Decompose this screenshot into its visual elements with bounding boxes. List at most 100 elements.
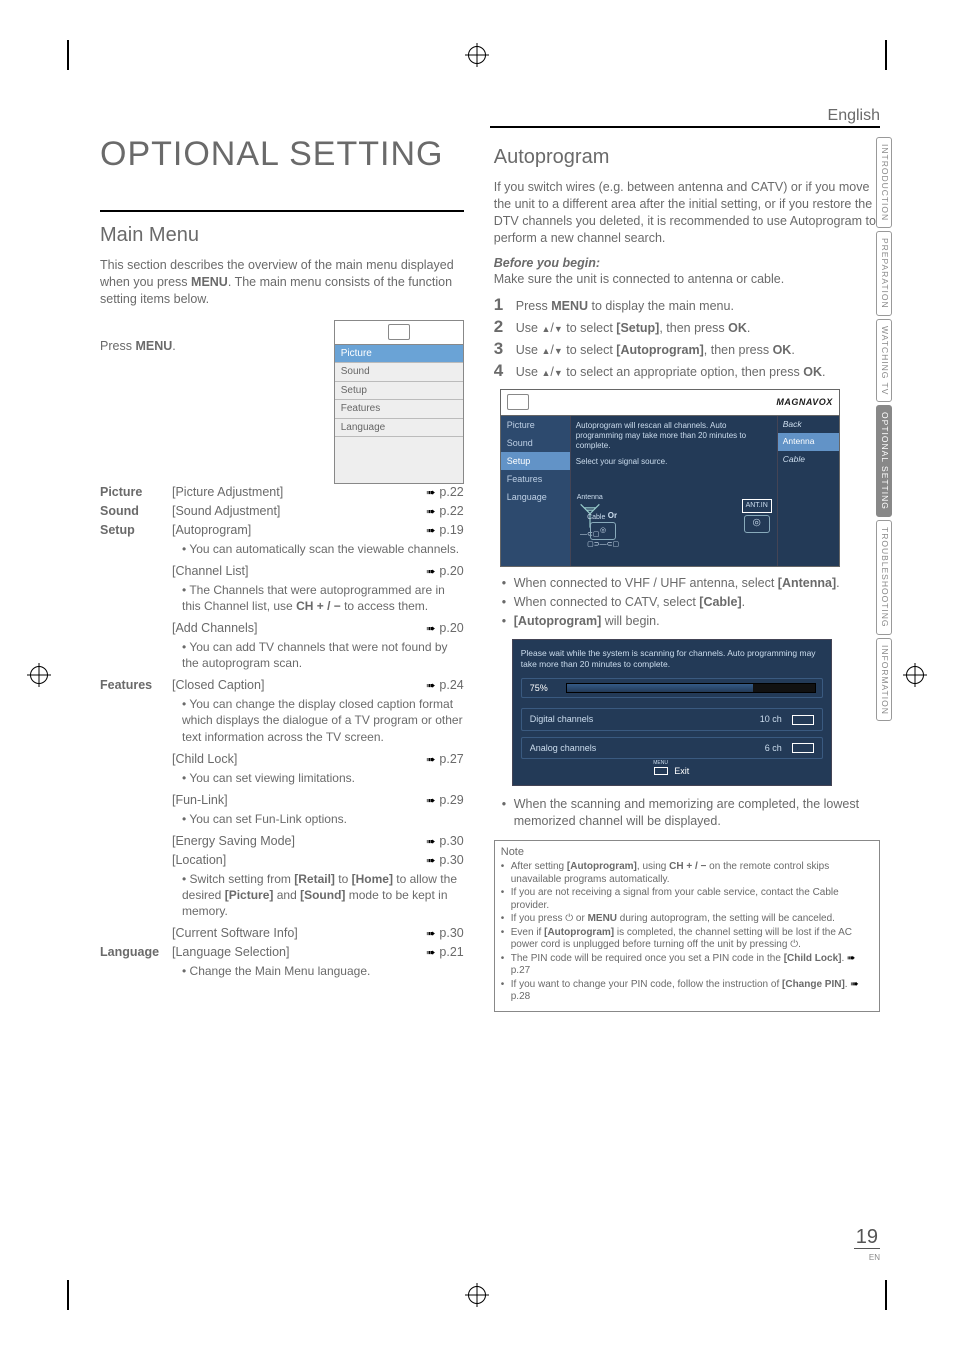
menu-item-features: Features bbox=[335, 400, 463, 419]
note-item: If you press ⏻ or MENU during autoprogra… bbox=[501, 913, 873, 926]
bullet-antenna: When connected to VHF / UHF antenna, sel… bbox=[502, 575, 880, 592]
page-title: OPTIONAL SETTING bbox=[100, 132, 464, 178]
scan-digital-row: Digital channels 10 ch bbox=[521, 708, 823, 730]
menu-item-setup: Setup bbox=[335, 382, 463, 401]
index-item: [Autoprogram] bbox=[172, 522, 408, 539]
ap-left-item: Setup bbox=[501, 452, 570, 470]
index-item: [Add Channels] bbox=[172, 620, 408, 637]
step-2: 2 Use / to select [Setup], then press OK… bbox=[494, 318, 880, 337]
autoprogram-heading: Autoprogram bbox=[494, 144, 880, 171]
index-item: [Energy Saving Mode] bbox=[172, 833, 408, 850]
ap-message: Autoprogram will rescan all channels. Au… bbox=[576, 421, 772, 451]
index-row: [Location]p.30 bbox=[100, 852, 464, 869]
index-category: Language bbox=[100, 944, 172, 961]
index-row: Setup[Autoprogram]p.19 bbox=[100, 522, 464, 539]
index-desc: • You can set Fun-Link options. bbox=[182, 811, 464, 827]
ap-left-item: Features bbox=[501, 470, 570, 488]
before-begin: Before you begin: Make sure the unit is … bbox=[494, 255, 880, 289]
note-item: The PIN code will be required once you s… bbox=[501, 953, 873, 978]
ap-right-item: Antenna bbox=[778, 433, 839, 450]
ant-in-icon: ◎ bbox=[744, 515, 770, 533]
side-tabs: INTRODUCTIONPREPARATIONWATCHING TVOPTION… bbox=[876, 137, 892, 721]
index-page: p.29 bbox=[408, 792, 464, 809]
side-tab: OPTIONAL SETTING bbox=[876, 405, 892, 517]
index-row: [Current Software Info]p.30 bbox=[100, 925, 464, 942]
index-row: [Energy Saving Mode]p.30 bbox=[100, 833, 464, 850]
index-page: p.22 bbox=[408, 484, 464, 501]
index-page: p.20 bbox=[408, 563, 464, 580]
index-page: p.30 bbox=[408, 852, 464, 869]
index-category: Picture bbox=[100, 484, 172, 501]
index-category: Sound bbox=[100, 503, 172, 520]
cable-box-icon: Cable ◎ ▢⊃―⊂▢ bbox=[587, 513, 619, 550]
index-desc: • You can add TV channels that were not … bbox=[182, 639, 464, 671]
tv-icon bbox=[388, 324, 410, 340]
side-tab: TROUBLESHOOTING bbox=[876, 520, 892, 634]
index-category: Features bbox=[100, 677, 172, 694]
index-desc: • You can change the display closed capt… bbox=[182, 696, 464, 745]
side-tab: INFORMATION bbox=[876, 638, 892, 722]
scan-graphic: Please wait while the system is scanning… bbox=[512, 639, 832, 786]
ap-left-item: Picture bbox=[501, 416, 570, 434]
ap-right-item: Cable bbox=[778, 451, 839, 468]
side-tab: INTRODUCTION bbox=[876, 137, 892, 228]
note-item: If you are not receiving a signal from y… bbox=[501, 887, 873, 912]
index-item: [Picture Adjustment] bbox=[172, 484, 408, 501]
step-1: 1 Press MENU to display the main menu. bbox=[494, 296, 880, 315]
index-page: p.30 bbox=[408, 833, 464, 850]
scan-message: Please wait while the system is scanning… bbox=[521, 648, 823, 670]
autoprogram-steps: 1 Press MENU to display the main menu. 2… bbox=[494, 296, 880, 381]
index-row: Language[Language Selection]p.21 bbox=[100, 944, 464, 961]
index-item: [Child Lock] bbox=[172, 751, 408, 768]
menu-item-sound: Sound bbox=[335, 363, 463, 382]
index-page: p.30 bbox=[408, 925, 464, 942]
index-item: [Closed Caption] bbox=[172, 677, 408, 694]
index-row: Features[Closed Caption]p.24 bbox=[100, 677, 464, 694]
menu-item-picture: Picture bbox=[335, 345, 463, 364]
ant-in-label: ANT.IN bbox=[742, 499, 772, 512]
index-item: [Location] bbox=[172, 852, 408, 869]
main-menu-heading: Main Menu bbox=[100, 222, 464, 249]
index-row: [Child Lock]p.27 bbox=[100, 751, 464, 768]
scan-exit: Exit bbox=[521, 765, 823, 777]
index-row: Sound[Sound Adjustment]p.22 bbox=[100, 503, 464, 520]
side-tab: PREPARATION bbox=[876, 231, 892, 316]
scan-progress: 75% bbox=[521, 678, 823, 698]
index-page: p.27 bbox=[408, 751, 464, 768]
note-item: If you want to change your PIN code, fol… bbox=[501, 979, 873, 1004]
post-graphic-bullets: When connected to VHF / UHF antenna, sel… bbox=[502, 575, 880, 630]
ap-left-item: Language bbox=[501, 488, 570, 506]
index-page: p.22 bbox=[408, 503, 464, 520]
tv-icon bbox=[507, 394, 529, 410]
index-row: [Channel List]p.20 bbox=[100, 563, 464, 580]
index-item: [Fun-Link] bbox=[172, 792, 408, 809]
section-rule bbox=[100, 210, 464, 212]
step-3: 3 Use / to select [Autoprogram], then pr… bbox=[494, 340, 880, 359]
index-page: p.24 bbox=[408, 677, 464, 694]
bullet-cable: When connected to CATV, select [Cable]. bbox=[502, 594, 880, 611]
index-desc: • Switch setting from [Retail] to [Home]… bbox=[182, 871, 464, 920]
index-row: [Fun-Link]p.29 bbox=[100, 792, 464, 809]
ap-left-item: Sound bbox=[501, 434, 570, 452]
index-row: [Add Channels]p.20 bbox=[100, 620, 464, 637]
ap-label: Select your signal source. bbox=[576, 457, 772, 468]
index-item: [Sound Adjustment] bbox=[172, 503, 408, 520]
page-number: 19 EN bbox=[854, 1224, 880, 1264]
index-desc: • You can set viewing limitations. bbox=[182, 770, 464, 786]
index-page: p.21 bbox=[408, 944, 464, 961]
index-desc: • Change the Main Menu language. bbox=[182, 963, 464, 979]
main-menu-intro: This section describes the overview of t… bbox=[100, 257, 464, 308]
main-menu-graphic: Picture Sound Setup Features Language bbox=[334, 320, 464, 485]
step-4: 4 Use / to select an appropriate option,… bbox=[494, 362, 880, 381]
index-item: [Language Selection] bbox=[172, 944, 408, 961]
autoprogram-graphic: MAGNAVOX PictureSoundSetupFeaturesLangua… bbox=[500, 389, 840, 567]
note-box: Note After setting [Autoprogram], using … bbox=[494, 840, 880, 1012]
ap-right-item: Back bbox=[778, 416, 839, 433]
bullet-begin: [Autoprogram] will begin. bbox=[502, 613, 880, 630]
autoprogram-intro: If you switch wires (e.g. between antenn… bbox=[494, 179, 880, 247]
index-page: p.20 bbox=[408, 620, 464, 637]
scan-done-bullet: When the scanning and memorizing are com… bbox=[502, 796, 880, 830]
index-row: Picture[Picture Adjustment]p.22 bbox=[100, 484, 464, 501]
menu-index: Picture[Picture Adjustment]p.22Sound[Sou… bbox=[100, 484, 464, 979]
brand-logo: MAGNAVOX bbox=[776, 396, 832, 408]
